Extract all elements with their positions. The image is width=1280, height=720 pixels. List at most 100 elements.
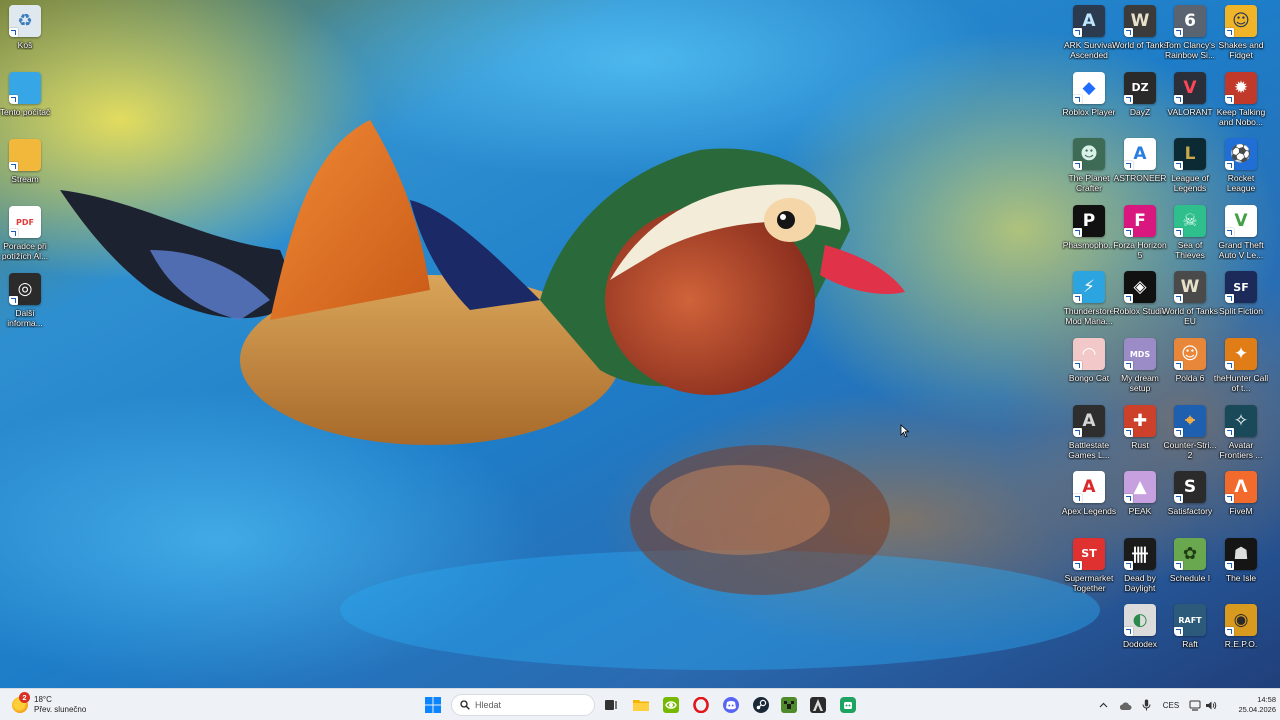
app-button[interactable] xyxy=(806,693,830,717)
shortcut-arrow-icon xyxy=(1073,28,1082,37)
desktop-icon-label: Counter-Stri... 2 xyxy=(1163,439,1217,460)
desktop-icon-label: Stream xyxy=(11,174,39,184)
desktop-icon-label: Koš xyxy=(17,40,33,50)
icon-glyph: P xyxy=(1082,210,1096,231)
desktop-icon-ktane[interactable]: ✹ Keep Talking and Nobo... xyxy=(1215,71,1267,132)
search-input[interactable] xyxy=(475,700,585,710)
desktop-icon-ark[interactable]: A ARK Survival Ascended xyxy=(1063,5,1115,65)
desktop-icon-label: Forza Horizon 5 xyxy=(1113,239,1167,260)
desktop-icon-label: Battlestate Games L... xyxy=(1068,439,1110,460)
desktop-icon-valorant[interactable]: V VALORANT xyxy=(1164,71,1216,132)
icon-glyph: SF xyxy=(1233,280,1249,294)
icon-glyph: ▲ xyxy=(1133,477,1147,498)
shortcut-arrow-icon xyxy=(1073,94,1082,104)
tray-app-button[interactable] xyxy=(1117,693,1133,717)
desktop-icon-supermarket[interactable]: ST Supermarket Together xyxy=(1063,537,1115,598)
desktop-icon-label: R.E.P.O. xyxy=(1224,639,1258,650)
astroneer-icon: A xyxy=(1124,138,1156,171)
icon-glyph: ✧ xyxy=(1233,410,1249,431)
desktop-icon-cs2[interactable]: ⌖ Counter-Stri... 2 xyxy=(1163,404,1217,465)
sun-icon: 2 xyxy=(12,692,30,713)
shortcut-arrow-icon xyxy=(1225,361,1234,370)
xbox-icon xyxy=(840,697,856,713)
counter-strike-icon: ⌖ xyxy=(1174,404,1206,437)
desktop-icon-isle[interactable]: ☗ The Isle xyxy=(1215,537,1267,598)
start-button[interactable] xyxy=(421,693,445,717)
desktop-icon-gta[interactable]: V Grand Theft Auto V Le... xyxy=(1215,204,1267,265)
desktop-icon-wot-eu[interactable]: W World of Tanks EU xyxy=(1162,271,1218,331)
desktop-icon-fivem[interactable]: Λ FiveM xyxy=(1215,471,1267,531)
network-button[interactable] xyxy=(1188,693,1202,717)
shortcut-arrow-icon xyxy=(1073,427,1082,437)
desktop-icon-dbd[interactable]: 卌 Dead by Daylight xyxy=(1114,537,1166,598)
desktop-icon-thunderstore[interactable]: ⚡ Thunderstore Mod Mana... xyxy=(1063,271,1115,331)
desktop-icon-planet-crafter[interactable]: ☻ The Planet Crafter xyxy=(1063,138,1115,198)
taskbar-search[interactable] xyxy=(451,694,595,716)
tray-overflow-button[interactable] xyxy=(1096,693,1110,717)
desktop-icon-pdf[interactable]: PDF Poradce při potížích Al... xyxy=(0,206,51,266)
opera-button[interactable] xyxy=(689,693,713,717)
shortcut-arrow-icon xyxy=(1124,427,1133,437)
shortcut-arrow-icon xyxy=(1174,627,1183,637)
desktop-icon-sea[interactable]: ☠ Sea of Thieves xyxy=(1164,204,1216,265)
xbox-button[interactable] xyxy=(836,693,860,717)
icon-glyph: DZ xyxy=(1131,81,1149,95)
desktop-icon-apex[interactable]: A Apex Legends xyxy=(1062,471,1116,531)
desktop-icon-phasmo[interactable]: P Phasmopho... xyxy=(1063,204,1115,265)
shortcut-arrow-icon xyxy=(1174,494,1183,504)
language-indicator[interactable]: CES xyxy=(1160,693,1182,717)
desktop-icon-stream[interactable]: Stream xyxy=(0,139,51,199)
desktop-icon-label: My dream setup xyxy=(1121,373,1159,393)
desktop-icon-mds[interactable]: MDS My dream setup xyxy=(1114,338,1166,398)
desktop-icon-forza[interactable]: F Forza Horizon 5 xyxy=(1113,204,1167,265)
shortcut-arrow-icon xyxy=(1073,227,1082,237)
desktop-icon-avatar[interactable]: ✧ Avatar Frontiers ... xyxy=(1215,404,1267,465)
desktop-icon-recycle-bin[interactable]: ♻ Koš xyxy=(0,5,51,65)
desktop-icon-split[interactable]: SF Split Fiction xyxy=(1215,271,1267,331)
icon-glyph: ST xyxy=(1081,547,1097,561)
desktop-icon-wot[interactable]: W World of Tanks xyxy=(1112,5,1168,65)
desktop-icon-raft[interactable]: RAFT Raft xyxy=(1164,604,1216,664)
desktop-icon-this-pc[interactable]: Tento počítač xyxy=(0,72,51,132)
desktop-icon-rocket[interactable]: ⚽ Rocket League xyxy=(1215,138,1267,198)
desktop-icon-schedule[interactable]: ✿ Schedule I xyxy=(1164,537,1216,598)
desktop-icon-astroneer[interactable]: A ASTRONEER xyxy=(1114,138,1166,198)
desktop-icon-dododex[interactable]: ◐ Dododex xyxy=(1114,604,1166,664)
volume-button[interactable] xyxy=(1204,693,1218,717)
microphone-button[interactable] xyxy=(1139,693,1153,717)
desktop-icon-dayz[interactable]: DZ DayZ xyxy=(1114,71,1166,132)
desktop-icon-lol[interactable]: L League of Legends xyxy=(1164,138,1216,198)
desktop-icon-thehunter[interactable]: ✦ theHunter Call of t... xyxy=(1214,338,1268,398)
desktop-icon-rust[interactable]: ✚ Rust xyxy=(1114,404,1166,465)
desktop-icon-more-info[interactable]: ◎ Další informa... xyxy=(0,273,51,333)
network-icon xyxy=(1189,700,1201,711)
desktop-icon-satisfactory[interactable]: S Satisfactory xyxy=(1164,471,1216,531)
desktop-icon-repo[interactable]: ◉ R.E.P.O. xyxy=(1215,604,1267,664)
icon-glyph: ✦ xyxy=(1233,344,1249,364)
weather-widget[interactable]: 2 18°C Přev. slunečno xyxy=(12,692,102,717)
desktop-icon-roblox-player[interactable]: ◆ Roblox Player xyxy=(1063,71,1115,132)
icon-glyph: A xyxy=(1082,11,1096,31)
desktop-icon-label: Thunderstore Mod Mana... xyxy=(1063,306,1115,327)
file-explorer-button[interactable] xyxy=(629,693,653,717)
desktop-icon-shakes[interactable]: ☺ Shakes and Fidget xyxy=(1215,5,1267,65)
clock[interactable]: 14:58 25.04.2026 xyxy=(1218,693,1276,717)
desktop-icon-battlestate[interactable]: A Battlestate Games L... xyxy=(1063,404,1115,465)
desktop-icon-label: Tom Clancy's Rainbow Si... xyxy=(1164,40,1216,60)
minecraft-button[interactable] xyxy=(777,693,801,717)
desktop-icon-polda[interactable]: ☺ Polda 6 xyxy=(1164,338,1216,398)
shortcut-arrow-icon xyxy=(1174,294,1183,304)
desktop-icon-bongo[interactable]: ◠ Bongo Cat xyxy=(1063,338,1115,398)
steam-button[interactable] xyxy=(749,693,773,717)
ark-icon: A xyxy=(1073,5,1105,37)
nvidia-button[interactable] xyxy=(659,693,683,717)
desktop-icon-peak[interactable]: ▲ PEAK xyxy=(1114,471,1166,531)
desktop-icon-rainbow[interactable]: 6 Tom Clancy's Rainbow Si... xyxy=(1164,5,1216,65)
task-view-button[interactable] xyxy=(599,693,623,717)
rust-icon: ✚ xyxy=(1124,404,1156,437)
desktop-icon-label: Polda 6 xyxy=(1175,373,1205,383)
discord-button[interactable] xyxy=(719,693,743,717)
desktop-icon-label: Avatar Frontiers ... xyxy=(1219,439,1263,460)
desktop-icon-label: PEAK xyxy=(1128,506,1152,517)
desktop-icon-roblox-studio[interactable]: ◈ Roblox Studio xyxy=(1114,271,1166,331)
